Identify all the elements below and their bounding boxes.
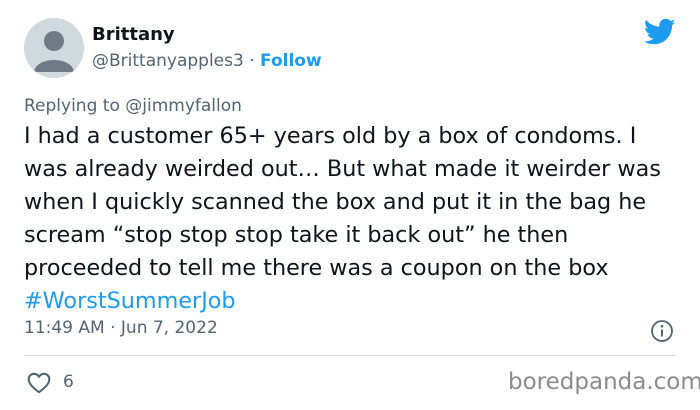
info-icon[interactable] bbox=[650, 319, 674, 343]
hashtag-link[interactable]: #WorstSummerJob bbox=[24, 288, 236, 314]
like-count: 6 bbox=[63, 372, 74, 392]
follow-button[interactable]: Follow bbox=[260, 51, 322, 71]
replying-to: Replying to @jimmyfallon bbox=[24, 96, 242, 116]
divider bbox=[24, 355, 676, 356]
avatar[interactable] bbox=[24, 18, 84, 78]
default-avatar-icon bbox=[24, 18, 84, 78]
tweet-timestamp[interactable]: 11:49 AM · Jun 7, 2022 bbox=[24, 318, 218, 338]
watermark: boredpanda.com bbox=[508, 369, 700, 395]
author-name[interactable]: Brittany bbox=[92, 24, 175, 45]
twitter-bird-icon[interactable] bbox=[644, 18, 676, 46]
author-handle-line: @Brittanyapples3 · Follow bbox=[92, 51, 322, 71]
heart-icon[interactable] bbox=[26, 370, 52, 396]
replying-to-handle[interactable]: @jimmyfallon bbox=[125, 96, 242, 116]
replying-to-label: Replying to bbox=[24, 96, 120, 116]
tweet-body: I had a customer 65+ years old by a box … bbox=[24, 123, 661, 281]
handle-separator: · bbox=[249, 51, 255, 71]
author-handle[interactable]: @Brittanyapples3 bbox=[92, 51, 244, 71]
tweet-text: I had a customer 65+ years old by a box … bbox=[24, 120, 684, 318]
